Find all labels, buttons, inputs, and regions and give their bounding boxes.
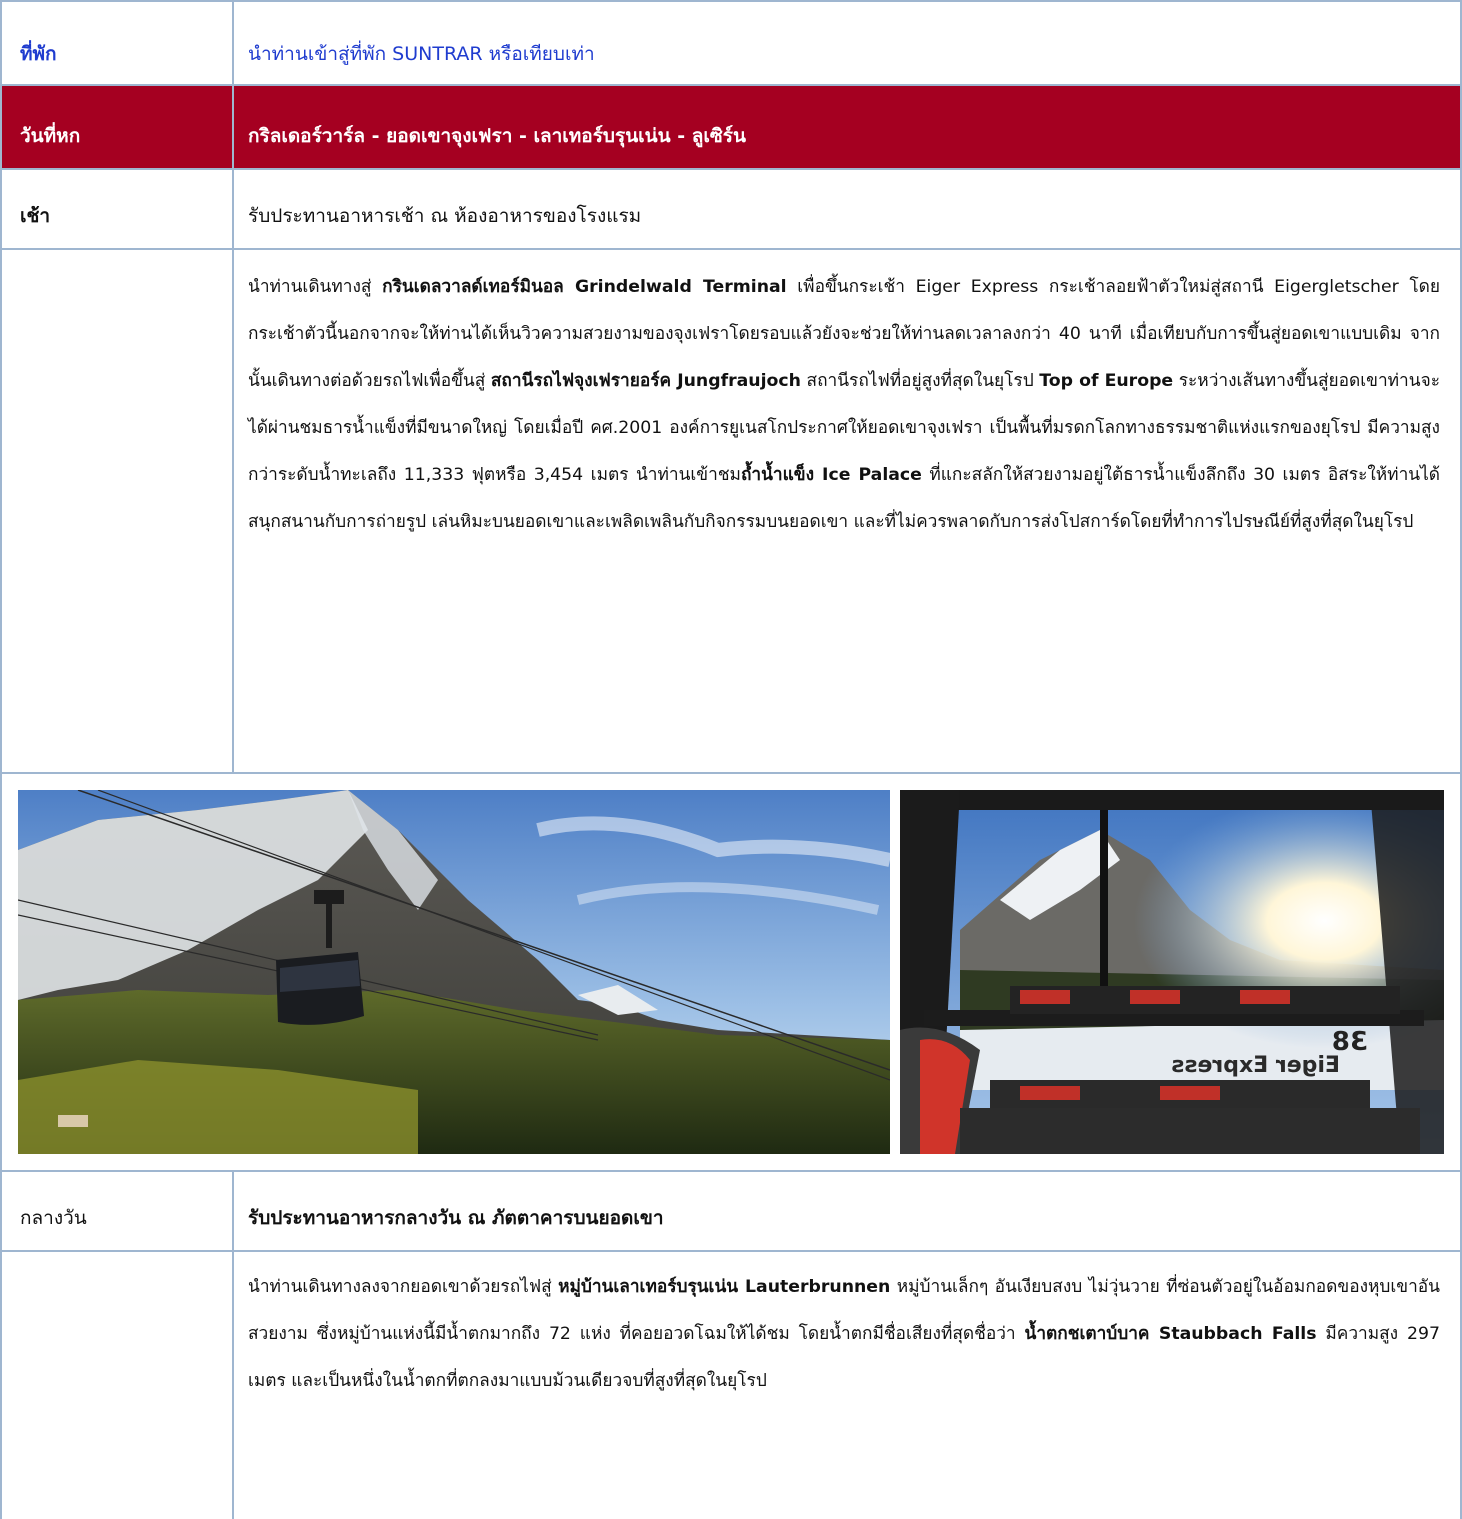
accommodation-text: นำท่านเข้าสู่ที่พัก SUNTRAR หรือเทียบเท่… [248, 43, 595, 65]
row-afternoon-description: นำท่านเดินทางลงจากยอดเขาด้วยรถไฟสู่ หมู่… [0, 1250, 1462, 1519]
grid-line [0, 1250, 1462, 1252]
eiger-express-gondola-photo [18, 790, 890, 1154]
grid-line [0, 0, 1462, 2]
row-morning-description: นำท่านเดินทางสู่ กรินเดลวาลด์เทอร์มินอล … [0, 248, 1462, 772]
accommodation-label: ที่พัก [20, 43, 57, 65]
grid-line [232, 0, 234, 772]
morning-description: นำท่านเดินทางสู่ กรินเดลวาลด์เทอร์มินอล … [248, 264, 1440, 546]
lunch-label: กลางวัน [20, 1207, 87, 1229]
row-day6-header: วันที่หก กริลเดอร์วาร์ล - ยอดเขาจุงเฟรา … [0, 84, 1462, 168]
day6-label: วันที่หก [20, 125, 81, 147]
afternoon-description: นำท่านเดินทางลงจากยอดเขาด้วยรถไฟสู่ หมู่… [248, 1264, 1440, 1405]
morning-desc-bold-top-of-europe: Top of Europe [1039, 371, 1174, 391]
window-brand-reflection: Eiger Express [1171, 1053, 1340, 1078]
morning-desc-text-1: นำท่านเดินทางสู่ [248, 277, 383, 297]
afternoon-desc-bold-staubbach: น้ำตกชเตาบ์บาค Staubbach Falls [1024, 1324, 1317, 1344]
grid-line [0, 772, 1462, 774]
cabin-photo-image: 38 Eiger Express [900, 790, 1444, 1154]
gondola-photo-image [18, 790, 890, 1154]
row-lunch: กลางวัน รับประทานอาหารกลางวัน ณ ภัตตาคาร… [0, 1170, 1462, 1250]
grid-line [0, 168, 1462, 170]
row-accommodation: ที่พัก นำท่านเข้าสู่ที่พัก SUNTRAR หรือเ… [0, 0, 1462, 84]
breakfast-label: เช้า [20, 205, 51, 227]
day6-title: กริลเดอร์วาร์ล - ยอดเขาจุงเฟรา - เลาเทอร… [248, 125, 746, 147]
afternoon-desc-text-1: นำท่านเดินทางลงจากยอดเขาด้วยรถไฟสู่ [248, 1277, 559, 1297]
eiger-express-cabin-interior-photo: 38 Eiger Express [900, 790, 1444, 1154]
grid-line [232, 1170, 234, 1519]
itinerary-table: ที่พัก นำท่านเข้าสู่ที่พัก SUNTRAR หรือเ… [0, 0, 1462, 1519]
row-photos: 38 Eiger Express [0, 772, 1462, 1170]
grid-line [0, 1170, 1462, 1172]
row-breakfast: เช้า รับประทานอาหารเช้า ณ ห้องอาหารของโร… [0, 168, 1462, 248]
lunch-text: รับประทานอาหารกลางวัน ณ ภัตตาคารบนยอดเขา [248, 1207, 664, 1229]
afternoon-desc-bold-lauterbrunnen: หมู่บ้านเลาเทอร์บรุนเน่น Lauterbrunnen [558, 1277, 891, 1297]
morning-desc-bold-grindelwald: กรินเดลวาลด์เทอร์มินอล Grindelwald Termi… [382, 277, 787, 297]
grid-line [0, 84, 1462, 86]
morning-desc-text-3: สถานีรถไฟที่อยู่สูงที่สุดในยุโรป [800, 371, 1040, 391]
grid-line [0, 0, 2, 1519]
breakfast-text: รับประทานอาหารเช้า ณ ห้องอาหารของโรงแรม [248, 205, 642, 227]
grid-line [0, 248, 1462, 250]
morning-desc-bold-jungfraujoch: สถานีรถไฟจุงเฟรายอร์ค Jungfraujoch [490, 371, 801, 391]
morning-desc-bold-ice-palace: ถ้ำน้ำแข็ง Ice Palace [740, 465, 922, 485]
